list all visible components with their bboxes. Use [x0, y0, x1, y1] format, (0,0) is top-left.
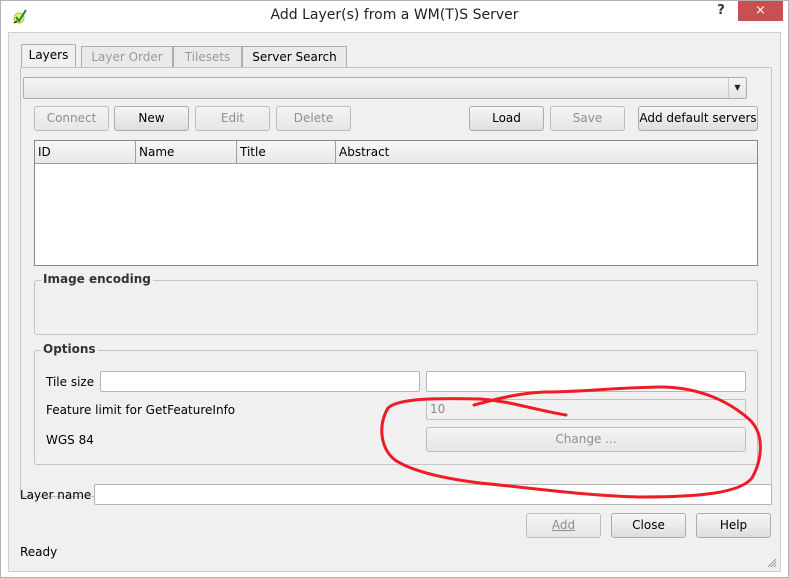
context-help-button[interactable]: ?: [714, 3, 728, 19]
title-bar: Add Layer(s) from a WM(T)S Server ? ×: [1, 1, 788, 32]
dropdown-arrow-icon[interactable]: ▼: [728, 78, 746, 98]
tab-layer-order[interactable]: Layer Order: [81, 46, 173, 67]
layers-table[interactable]: ID Name Title Abstract: [34, 140, 758, 266]
tab-server-search[interactable]: Server Search: [242, 46, 347, 67]
layer-name-input[interactable]: [94, 484, 772, 505]
add-default-servers-button[interactable]: Add default servers: [638, 106, 758, 131]
tile-size-label: Tile size: [46, 375, 95, 389]
column-header-id[interactable]: ID: [35, 141, 136, 164]
new-button-label: New: [138, 111, 165, 125]
close-button[interactable]: Close: [611, 513, 686, 538]
tile-height-input[interactable]: [426, 371, 746, 392]
dialog-window: Add Layer(s) from a WM(T)S Server ? × La…: [0, 0, 789, 578]
new-button[interactable]: New: [114, 106, 189, 131]
column-header-abstract[interactable]: Abstract: [336, 141, 757, 164]
delete-button-label: Delete: [293, 111, 334, 125]
help-button[interactable]: Help: [696, 513, 771, 538]
crs-label: WGS 84: [46, 433, 94, 447]
change-crs-label: Change ...: [555, 432, 617, 446]
server-connection-select[interactable]: ▼: [23, 77, 747, 99]
window-title: Add Layer(s) from a WM(T)S Server: [270, 7, 519, 23]
image-encoding-title: Image encoding: [41, 272, 153, 286]
connect-button[interactable]: Connect: [34, 106, 109, 131]
column-header-title[interactable]: Title: [237, 141, 336, 164]
dialog-body: Layers Layer Order Tilesets Server Searc…: [8, 32, 781, 572]
tab-layers[interactable]: Layers: [21, 44, 76, 68]
close-button-label: Close: [632, 518, 665, 532]
edit-button[interactable]: Edit: [195, 106, 270, 131]
load-button[interactable]: Load: [469, 106, 544, 131]
change-crs-button[interactable]: Change ...: [426, 427, 746, 452]
tile-width-input[interactable]: [100, 371, 420, 392]
add-button-label: Add: [551, 518, 576, 532]
add-default-servers-label: Add default servers: [639, 111, 757, 125]
window-close-button[interactable]: ×: [738, 1, 783, 21]
resize-grip-icon[interactable]: [765, 556, 777, 568]
layer-name-label: Layer name: [20, 488, 92, 502]
save-button-label: Save: [572, 111, 603, 125]
help-button-label: Help: [719, 518, 748, 532]
edit-button-label: Edit: [220, 111, 245, 125]
image-encoding-group: Image encoding: [34, 272, 758, 335]
delete-button[interactable]: Delete: [276, 106, 351, 131]
connect-button-label: Connect: [46, 111, 97, 125]
add-button[interactable]: Add: [526, 513, 601, 538]
save-button[interactable]: Save: [550, 106, 625, 131]
load-button-label: Load: [492, 111, 521, 125]
feature-limit-label: Feature limit for GetFeatureInfo: [46, 403, 236, 417]
status-label: Ready: [20, 545, 58, 559]
tab-tilesets[interactable]: Tilesets: [173, 46, 242, 67]
column-header-name[interactable]: Name: [136, 141, 237, 164]
options-title: Options: [41, 342, 98, 356]
feature-limit-input[interactable]: 10: [426, 399, 746, 420]
